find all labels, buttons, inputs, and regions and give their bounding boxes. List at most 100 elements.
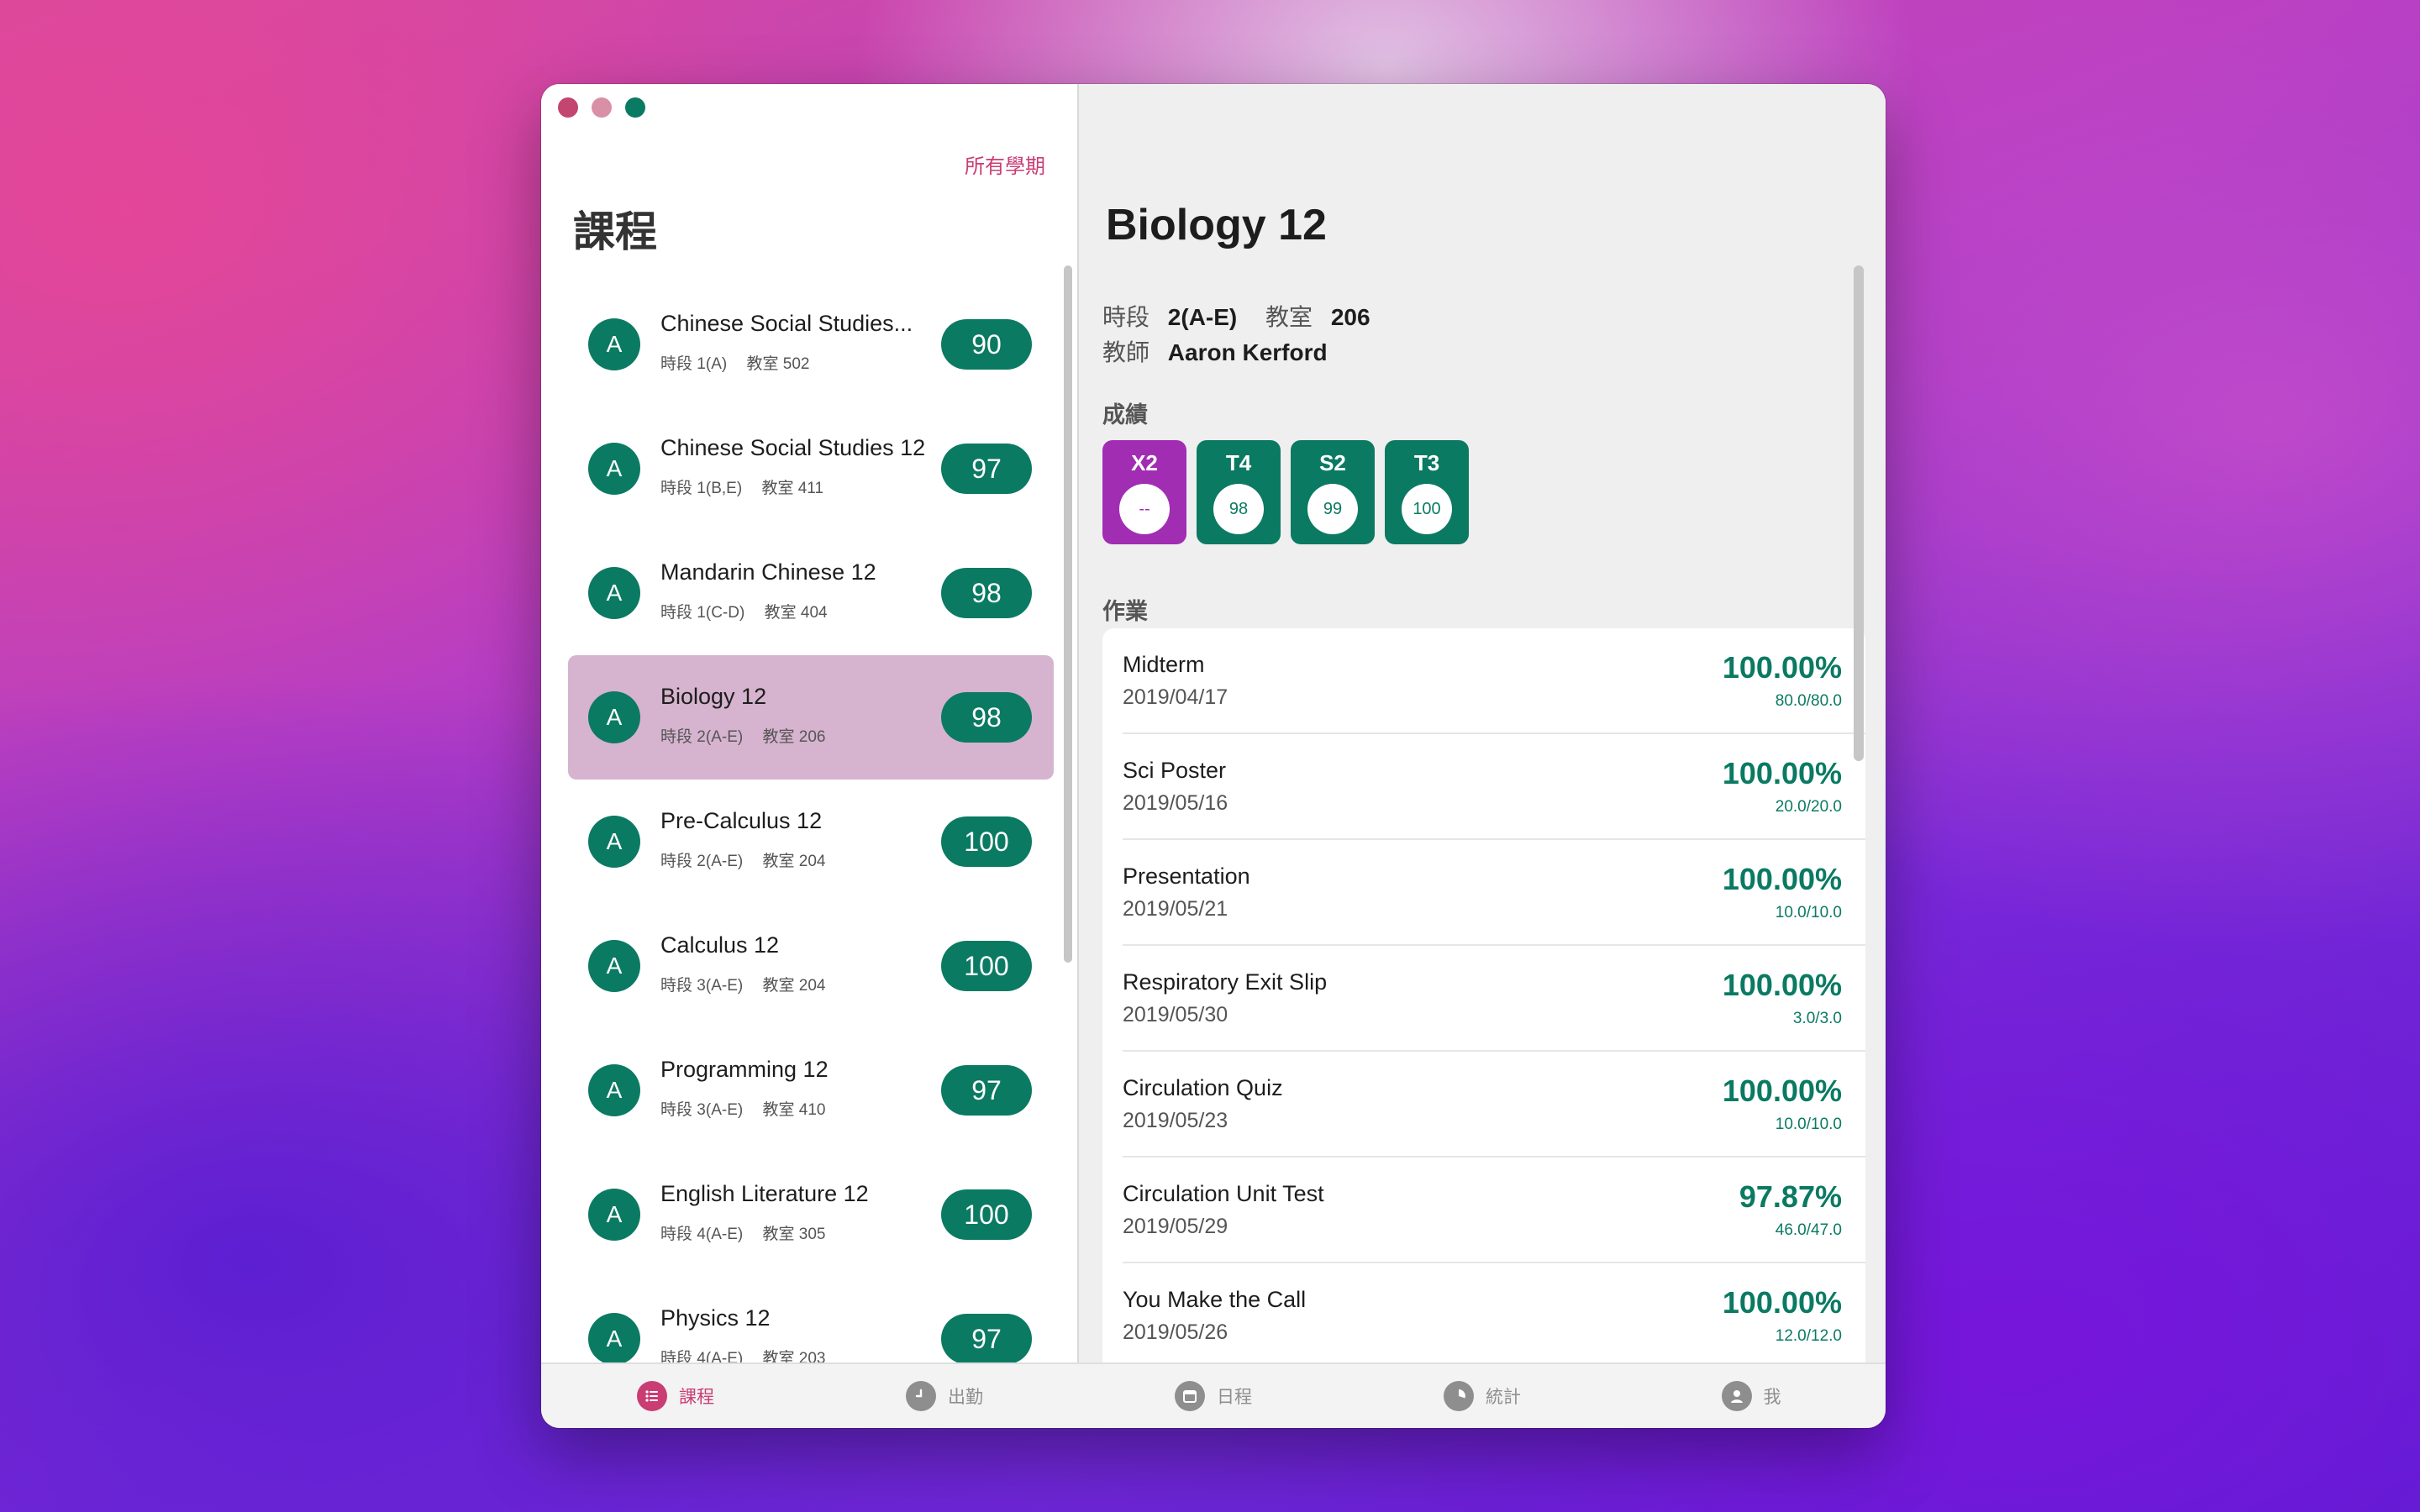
room-label: 教室	[1265, 304, 1313, 330]
course-row[interactable]: A Pre-Calculus 12 時段 2(A-E) 教室 204 100	[568, 780, 1054, 904]
assignment-percent: 100.00%	[1722, 650, 1842, 685]
course-meta: 時段 3(A-E) 教室 410	[660, 1097, 825, 1120]
block-value: 1(A)	[697, 355, 728, 373]
assignment-date: 2019/05/23	[1123, 1109, 1228, 1132]
term-badge[interactable]: X2 --	[1102, 440, 1186, 544]
course-name: Chinese Social Studies...	[660, 311, 913, 336]
assignment-date: 2019/05/26	[1123, 1320, 1228, 1344]
block-label: 時段	[660, 728, 693, 746]
assignment-date: 2019/04/17	[1123, 685, 1228, 709]
assignment-name: Circulation Unit Test	[1123, 1181, 1324, 1206]
assignment-name: Sci Poster	[1123, 758, 1227, 783]
room-label: 教室	[761, 480, 794, 497]
detail-scrollbar[interactable]	[1854, 265, 1864, 761]
teacher-label: 教師	[1102, 339, 1150, 365]
assignment-row[interactable]: Respiratory Exit Slip 2019/05/30 100.00%…	[1123, 946, 1865, 1052]
assignment-row[interactable]: Presentation 2019/05/21 100.00% 10.0/10.…	[1123, 840, 1865, 946]
room-label: 教室	[762, 728, 795, 746]
term-grade: 99	[1307, 484, 1358, 534]
assignment-score: 3.0/3.0	[1792, 1010, 1842, 1027]
course-meta: 時段 2(A-E) 教室 206	[660, 724, 825, 747]
grades-section-label: 成績	[1102, 402, 1148, 428]
tab-statistics[interactable]: 統計	[1348, 1364, 1617, 1428]
course-name: Physics 12	[660, 1305, 771, 1331]
assignment-name: Respiratory Exit Slip	[1123, 969, 1328, 995]
close-window-button[interactable]	[558, 97, 578, 118]
maximize-window-button[interactable]	[625, 97, 645, 118]
term-badge[interactable]: S2 99	[1291, 440, 1375, 544]
term-badge[interactable]: T3 100	[1385, 440, 1469, 544]
block-label: 時段	[1102, 304, 1150, 330]
sidebar-title: 課程	[573, 207, 657, 256]
course-grade-badge: 97	[941, 444, 1032, 494]
room-value: 502	[782, 355, 810, 373]
course-name: Programming 12	[660, 1057, 829, 1082]
minimize-window-button[interactable]	[592, 97, 612, 118]
course-row[interactable]: A Programming 12 時段 3(A-E) 教室 410 97	[568, 1028, 1054, 1152]
block-value: 2(A-E)	[1167, 304, 1238, 330]
room-label: 教室	[762, 1226, 795, 1243]
assignment-name: Presentation	[1123, 864, 1250, 889]
course-grade-badge: 100	[941, 1189, 1032, 1240]
tab-label: 出勤	[948, 1388, 983, 1407]
assignment-row[interactable]: Midterm 2019/04/17 100.00% 80.0/80.0	[1123, 628, 1865, 734]
course-row[interactable]: A Calculus 12 時段 3(A-E) 教室 204 100	[568, 904, 1054, 1028]
course-name: Calculus 12	[660, 932, 780, 958]
tab-attendance[interactable]: 出勤	[810, 1364, 1079, 1428]
room-label: 教室	[746, 355, 779, 373]
assignment-score: 80.0/80.0	[1775, 692, 1842, 710]
teacher-row: 教師 Aaron Kerford	[1102, 334, 1328, 368]
assignment-score: 12.0/12.0	[1775, 1327, 1842, 1345]
course-list: A Chinese Social Studies... 時段 1(A) 教室 5…	[568, 282, 1054, 1401]
clock-icon	[906, 1381, 936, 1411]
term-badge[interactable]: T4 98	[1197, 440, 1281, 544]
tab-courses[interactable]: 課程	[541, 1364, 810, 1428]
course-name: Pre-Calculus 12	[660, 808, 823, 833]
course-row[interactable]: A Biology 12 時段 2(A-E) 教室 206 98	[568, 655, 1054, 780]
course-row[interactable]: A Chinese Social Studies... 時段 1(A) 教室 5…	[568, 282, 1054, 407]
assignment-date: 2019/05/21	[1123, 897, 1228, 921]
course-avatar: A	[588, 318, 640, 370]
block-value: 1(B,E)	[697, 480, 743, 497]
assignment-percent: 100.00%	[1722, 968, 1842, 1002]
course-grade-badge: 100	[941, 941, 1032, 991]
tab-label: 我	[1763, 1388, 1781, 1407]
term-label: S2	[1319, 450, 1346, 475]
tab-schedule[interactable]: 日程	[1079, 1364, 1348, 1428]
block-value: 2(A-E)	[697, 728, 744, 746]
term-label: T4	[1225, 450, 1252, 475]
all-terms-button[interactable]: 所有學期	[965, 150, 1045, 179]
teacher-name: Aaron Kerford	[1167, 339, 1328, 365]
assignment-name: Midterm	[1123, 652, 1205, 677]
assignment-row[interactable]: Circulation Unit Test 2019/05/29 97.87% …	[1123, 1158, 1865, 1263]
tab-me[interactable]: 我	[1617, 1364, 1886, 1428]
course-row[interactable]: A English Literature 12 時段 4(A-E) 教室 305…	[568, 1152, 1054, 1277]
room-value: 404	[800, 604, 828, 622]
assignment-percent: 100.00%	[1722, 756, 1842, 790]
block-value: 3(A-E)	[697, 977, 744, 995]
course-meta: 時段 4(A-E) 教室 305	[660, 1221, 825, 1244]
block-value: 3(A-E)	[697, 1101, 744, 1119]
assignment-score: 10.0/10.0	[1775, 1116, 1842, 1133]
block-label: 時段	[660, 853, 693, 870]
assignment-row[interactable]: You Make the Call 2019/05/26 100.00% 12.…	[1123, 1263, 1865, 1362]
course-grade-badge: 97	[941, 1065, 1032, 1116]
block-value: 1(C-D)	[697, 604, 745, 622]
assignment-score: 46.0/47.0	[1775, 1221, 1842, 1239]
room-value: 305	[798, 1226, 826, 1243]
assignment-row[interactable]: Sci Poster 2019/05/16 100.00% 20.0/20.0	[1123, 734, 1865, 840]
assignment-row[interactable]: Circulation Quiz 2019/05/23 100.00% 10.0…	[1123, 1052, 1865, 1158]
assignment-name: Circulation Quiz	[1123, 1075, 1283, 1100]
course-meta: 時段 1(A) 教室 502	[660, 351, 809, 374]
sidebar-scrollbar[interactable]	[1064, 265, 1072, 963]
assignments-section-label: 作業	[1102, 599, 1148, 624]
course-meta: 時段 1(B,E) 教室 411	[660, 475, 823, 498]
course-row[interactable]: A Chinese Social Studies 12 時段 1(B,E) 教室…	[568, 407, 1054, 531]
room-label: 教室	[762, 1101, 795, 1119]
course-avatar: A	[588, 1313, 640, 1365]
course-row[interactable]: A Mandarin Chinese 12 時段 1(C-D) 教室 404 9…	[568, 531, 1054, 655]
room-value: 410	[798, 1101, 826, 1119]
assignment-list: Midterm 2019/04/17 100.00% 80.0/80.0 Sci…	[1102, 628, 1865, 1362]
app-window: 所有學期 課程 A Chinese Social Studies... 時段 1…	[541, 84, 1886, 1428]
block-label: 時段	[660, 1226, 693, 1243]
